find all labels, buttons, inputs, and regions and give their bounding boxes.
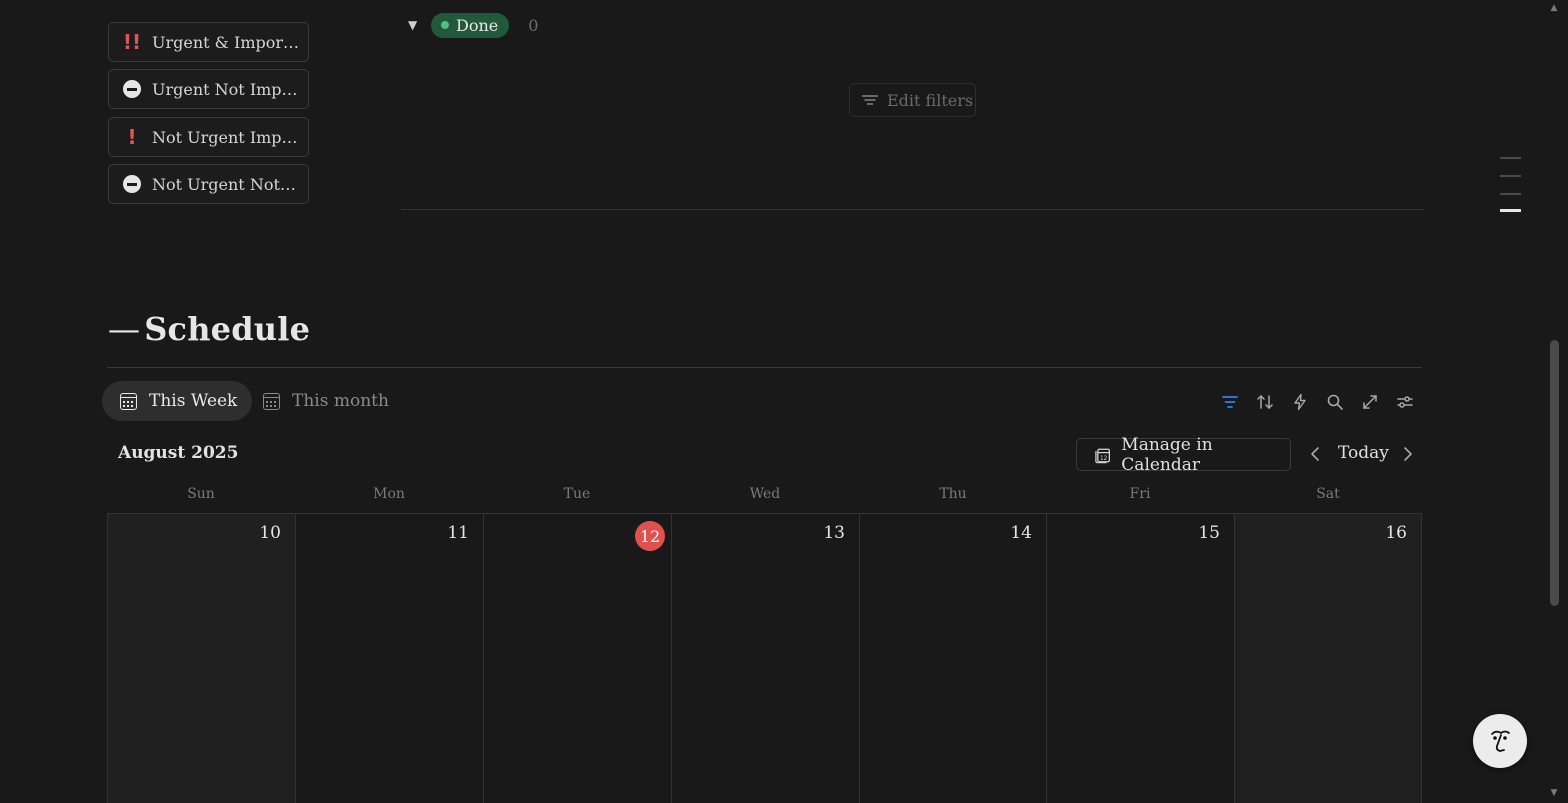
divider bbox=[107, 367, 1422, 368]
month-title: August 2025 bbox=[118, 443, 239, 463]
collapse-triangle-icon[interactable]: ▼ bbox=[408, 18, 424, 32]
toc-marker[interactable] bbox=[1500, 175, 1521, 177]
day-number: 10 bbox=[259, 523, 281, 543]
double-exclamation-icon: !! bbox=[122, 30, 142, 54]
day-number: 11 bbox=[447, 523, 469, 543]
next-week-chevron-icon[interactable] bbox=[1399, 443, 1417, 465]
scrollbar-thumb[interactable] bbox=[1550, 340, 1559, 606]
schedule-heading: — Schedule bbox=[108, 310, 310, 348]
day-number: 13 bbox=[823, 523, 845, 543]
day-cell[interactable]: 13 bbox=[672, 514, 860, 803]
done-status-pill: Done bbox=[431, 12, 510, 38]
expand-icon[interactable] bbox=[1359, 391, 1381, 413]
manage-label: Manage in Calendar bbox=[1121, 434, 1213, 475]
manage-in-calendar-button[interactable]: 12 Manage in Calendar bbox=[1076, 435, 1291, 475]
priority-label: Not Urgent Not I... bbox=[152, 174, 300, 194]
calendar-icon bbox=[120, 392, 137, 410]
weekday-header: Thu bbox=[939, 486, 967, 502]
scroll-down-arrow-icon[interactable]: ▼ bbox=[1548, 787, 1560, 799]
search-icon[interactable] bbox=[1324, 391, 1346, 413]
tab-this-month[interactable]: This month bbox=[245, 381, 404, 421]
ai-face-icon bbox=[1491, 730, 1510, 752]
filter-icon[interactable] bbox=[1219, 391, 1241, 413]
weekday-header: Fri bbox=[1129, 486, 1151, 502]
heading-dash: — bbox=[108, 310, 141, 348]
today-button[interactable]: Today bbox=[1338, 443, 1389, 463]
calendar-icon bbox=[263, 392, 280, 410]
no-entry-icon bbox=[122, 79, 142, 99]
filter-icon bbox=[862, 94, 878, 106]
weekday-header: Sun bbox=[187, 486, 215, 502]
week-calendar-grid: 10 11 12 13 14 15 16 bbox=[107, 513, 1422, 803]
toc-marker[interactable] bbox=[1500, 157, 1521, 159]
svg-text:12: 12 bbox=[1100, 455, 1108, 461]
day-cell-today[interactable]: 12 bbox=[484, 514, 672, 803]
weekday-header: Tue bbox=[563, 486, 591, 502]
no-entry-icon bbox=[122, 174, 142, 194]
edit-filters-button[interactable]: Edit filters bbox=[849, 83, 976, 117]
day-cell[interactable]: 16 bbox=[1235, 514, 1422, 803]
done-label: Done bbox=[456, 15, 499, 35]
day-cell[interactable]: 14 bbox=[860, 514, 1047, 803]
today-day-number: 12 bbox=[635, 521, 665, 551]
divider bbox=[401, 209, 1424, 210]
day-number: 14 bbox=[1010, 523, 1032, 543]
previous-week-chevron-icon[interactable] bbox=[1306, 443, 1324, 465]
sort-icon[interactable] bbox=[1254, 391, 1276, 413]
schedule-title: Schedule bbox=[144, 310, 311, 348]
weekday-header: Sat bbox=[1316, 486, 1340, 502]
status-dot-icon bbox=[441, 21, 449, 29]
priority-label: Urgent & Import... bbox=[152, 32, 300, 52]
automation-bolt-icon[interactable] bbox=[1289, 391, 1311, 413]
exclamation-icon: ! bbox=[127, 125, 137, 149]
done-group-header: ▼ Done 0 bbox=[408, 12, 538, 38]
done-count: 0 bbox=[528, 15, 539, 35]
tab-label: This month bbox=[292, 391, 389, 411]
priority-urgent-important-button[interactable]: !! Urgent & Import... bbox=[108, 22, 309, 62]
edit-filters-label: Edit filters bbox=[887, 90, 974, 110]
weekday-header: Mon bbox=[373, 486, 405, 502]
day-number: 15 bbox=[1198, 523, 1220, 543]
day-number: 16 bbox=[1385, 523, 1407, 543]
tab-label: This Week bbox=[149, 391, 238, 411]
day-cell[interactable]: 10 bbox=[108, 514, 296, 803]
priority-not-urgent-not-important-button[interactable]: Not Urgent Not I... bbox=[108, 164, 309, 204]
weekday-header: Wed bbox=[749, 486, 781, 502]
calendar-app-icon: 12 bbox=[1095, 448, 1110, 463]
priority-urgent-not-important-button[interactable]: Urgent Not Impo... bbox=[108, 69, 309, 109]
priority-not-urgent-important-button[interactable]: ! Not Urgent Impo... bbox=[108, 117, 309, 157]
tab-this-week[interactable]: This Week bbox=[102, 381, 253, 421]
priority-label: Not Urgent Impo... bbox=[152, 127, 300, 147]
priority-label: Urgent Not Impo... bbox=[152, 79, 300, 99]
notion-ai-help-button[interactable] bbox=[1473, 714, 1527, 768]
toc-marker-active[interactable] bbox=[1500, 209, 1521, 212]
toc-marker[interactable] bbox=[1500, 193, 1521, 195]
settings-sliders-icon[interactable] bbox=[1394, 391, 1416, 413]
day-cell[interactable]: 15 bbox=[1047, 514, 1235, 803]
day-cell[interactable]: 11 bbox=[296, 514, 484, 803]
scroll-up-arrow-icon[interactable]: ▲ bbox=[1548, 2, 1560, 14]
